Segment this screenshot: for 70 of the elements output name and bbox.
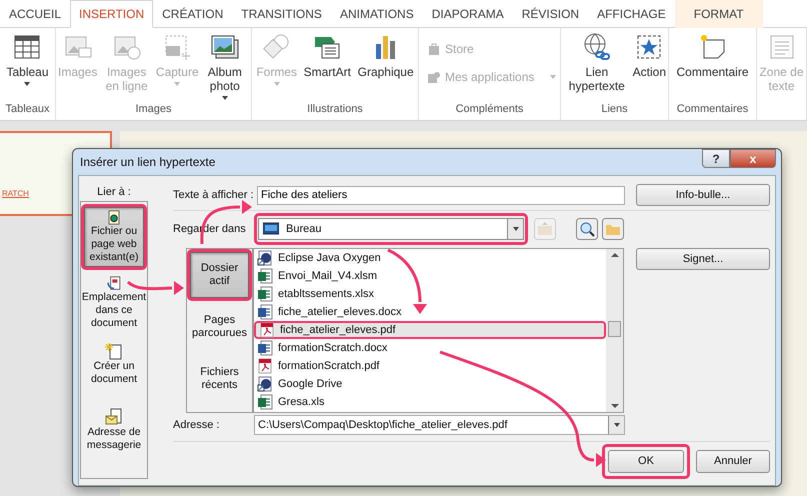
ribbon-button[interactable]: Album photo [200,32,249,100]
help-button[interactable]: ? [702,149,730,168]
file-row[interactable]: formationScratch.pdf [254,357,606,375]
shopping-bag-icon [427,42,441,56]
file-row[interactable]: etabltssements.xlsx [254,285,606,303]
ribbon-button[interactable]: Lien hypertexte [563,32,631,100]
bookmark-button[interactable]: Signet... [636,248,770,270]
caret-icon [222,96,228,100]
ribbon-tab[interactable]: INSERTION [70,0,154,28]
ribbon-tab[interactable]: ANIMATIONS [330,0,423,28]
caret-icon [24,82,30,86]
ribbon-tab[interactable]: AFFICHAGE [588,0,675,28]
ok-button[interactable]: OK [608,450,684,473]
cancel-button[interactable]: Annuler [696,450,770,473]
link-type-button[interactable]: Créer un document [84,339,144,399]
new-document-icon [105,342,123,360]
caret-icon [174,82,180,86]
field-label: Adresse : [173,418,220,433]
file-row[interactable]: fiche_atelier_eleves.docx [254,303,606,321]
file-row[interactable]: Gresa.xls [254,393,606,411]
scroll-up-icon[interactable] [610,253,618,257]
ribbon-tab[interactable]: CRÉATION [153,0,232,28]
ribbon-tab[interactable]: ACCUEIL [0,0,70,28]
caret-icon [550,75,556,79]
file-row[interactable]: Envoi_Mail_V4.xlsm [254,267,606,285]
group-label: Tableaux [5,102,50,116]
group-label: Liens [601,102,628,116]
tooltip-button[interactable]: Info-bulle... [636,184,770,206]
caret-icon [274,82,280,86]
close-button[interactable]: x [730,149,776,168]
folder-dropdown[interactable]: Bureau [258,218,524,240]
ribbon-tab[interactable]: TRANSITIONS [232,0,331,28]
globe-link-icon [582,32,612,62]
group-label: Images [135,102,172,116]
group-label: Illustrations [307,102,363,116]
file-row[interactable]: formationScratch.docx [254,339,606,357]
browse-tab[interactable]: Dossier actif [190,252,249,298]
browse-tab[interactable]: Pages parcourues [190,304,249,350]
group-label: Commentaires [676,102,748,116]
caret-icon [512,227,518,231]
ribbon-tab[interactable]: RÉVISION [512,0,588,28]
ribbon-tab[interactable]: DIAPORAMA [422,0,513,28]
ribbon-button[interactable]: Graphique [358,32,414,100]
display-text-field[interactable]: Fiche des ateliers [257,186,625,204]
file-row[interactable]: fiche_atelier_eleves.pdf [254,321,606,339]
envelope-document-icon [105,408,123,426]
web-search-icon[interactable] [576,218,598,240]
link-type-button[interactable]: Adresse de messagerie [84,405,144,465]
ribbon-button[interactable]: SmartArt [304,32,351,100]
file-row[interactable]: Eclipse Java Oxygen [254,249,606,267]
scroll-thumb[interactable] [608,321,621,337]
folder-icon[interactable] [602,218,624,240]
caret-icon [614,423,620,427]
puzzle-icon [427,70,441,84]
desktop-icon [263,222,279,236]
ribbon-button[interactable]: Tableau [6,32,49,100]
scroll-down-icon[interactable] [610,404,618,408]
ribbon-button[interactable]: Commentaire [676,32,749,100]
field-label: Texte à afficher : [173,188,255,203]
ribbon-tab[interactable]: FORMAT [674,0,763,28]
file-row[interactable]: Google Drive [254,375,606,393]
document-arrow-icon [105,276,123,291]
link-type-button[interactable]: Emplacement dans ce document [84,273,144,333]
slide-title: RATCH [2,188,29,200]
group-label: Compléments [456,102,524,116]
address-field[interactable]: C:\Users\Compaq\Desktop\fiche_atelier_eleves.pdf [254,415,625,435]
ribbon-button[interactable]: Action [632,32,666,100]
scrollbar[interactable] [606,249,623,412]
link-type-button[interactable]: Fichier ou page web existant(e) [84,207,144,267]
browse-tab[interactable]: Fichiers récents [190,356,249,402]
